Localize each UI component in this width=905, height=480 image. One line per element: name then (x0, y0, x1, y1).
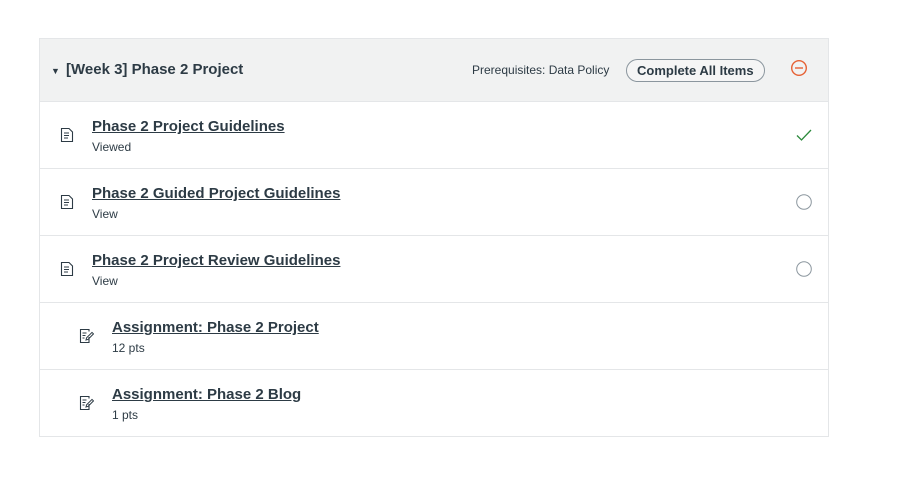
item-points: 12 pts (112, 341, 145, 355)
module-week3-phase2: ▼ [Week 3] Phase 2 Project Prerequisites… (39, 38, 829, 437)
complete-all-items-button[interactable]: Complete All Items (626, 59, 765, 82)
module-header[interactable]: ▼ [Week 3] Phase 2 Project Prerequisites… (40, 39, 828, 102)
module-item: Assignment: Phase 2 Project 12 pts (40, 303, 828, 370)
item-title-link[interactable]: Assignment: Phase 2 Blog (112, 386, 301, 403)
item-title-link[interactable]: Phase 2 Project Review Guidelines (92, 252, 340, 269)
page-icon (60, 194, 74, 210)
empty-circle-icon (796, 261, 812, 277)
item-status-text: View (92, 274, 118, 288)
checkmark-icon (796, 129, 812, 141)
caret-down-icon[interactable]: ▼ (51, 66, 60, 76)
item-status-text: View (92, 207, 118, 221)
assignment-icon (79, 395, 94, 411)
item-title-link[interactable]: Assignment: Phase 2 Project (112, 319, 319, 336)
page-icon (60, 127, 74, 143)
page-icon (60, 261, 74, 277)
item-title-link[interactable]: Phase 2 Project Guidelines (92, 118, 285, 135)
item-status-text: Viewed (92, 140, 132, 154)
item-points: 1 pts (112, 408, 139, 422)
empty-circle-icon (796, 194, 812, 210)
module-item: Assignment: Phase 2 Blog 1 pts (40, 370, 828, 436)
prerequisites-label: Prerequisites: Data Policy (472, 63, 610, 77)
assignment-icon (79, 328, 94, 344)
module-item: Phase 2 Guided Project Guidelines View (40, 169, 828, 236)
minus-circle-icon[interactable] (790, 59, 808, 77)
item-title-link[interactable]: Phase 2 Guided Project Guidelines (92, 185, 340, 202)
module-item: Phase 2 Project Review Guidelines View (40, 236, 828, 303)
module-item: Phase 2 Project Guidelines Viewed (40, 102, 828, 169)
module-title: [Week 3] Phase 2 Project (66, 61, 244, 78)
